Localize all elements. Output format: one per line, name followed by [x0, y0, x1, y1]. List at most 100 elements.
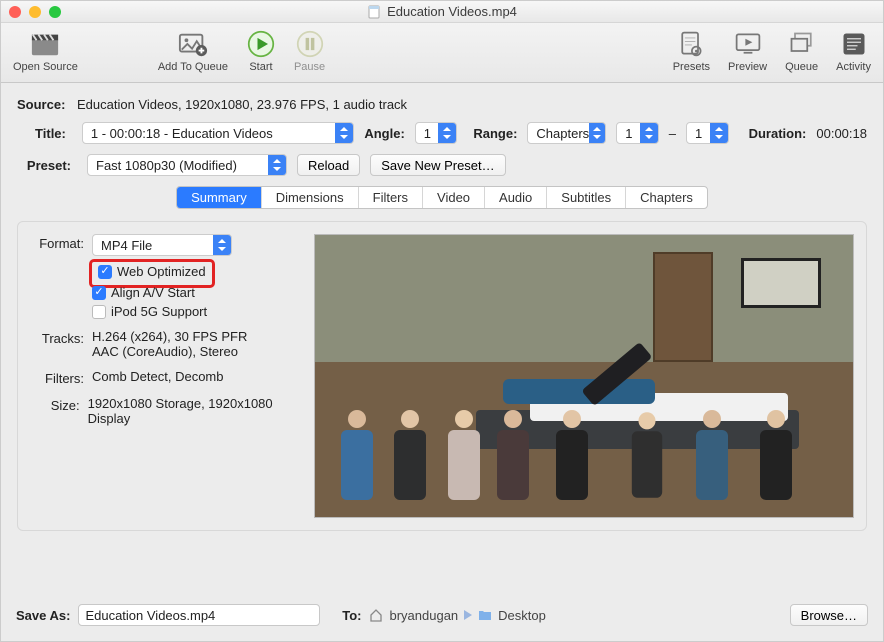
tab-subtitles[interactable]: Subtitles [547, 187, 626, 208]
filters-label: Filters: [30, 369, 84, 386]
preset-select[interactable]: Fast 1080p30 (Modified) [87, 154, 287, 176]
open-source-button[interactable]: Open Source [13, 29, 78, 73]
document-gear-icon [676, 29, 706, 59]
chevron-updown-icon [710, 123, 728, 143]
pause-icon [295, 29, 325, 59]
web-optimized-label: Web Optimized [117, 264, 206, 279]
angle-value: 1 [424, 126, 439, 141]
title-label: Title: [17, 126, 66, 141]
activity-button[interactable]: Activity [836, 29, 871, 73]
tab-summary[interactable]: Summary [177, 187, 262, 208]
range-type-select[interactable]: Chapters [527, 122, 606, 144]
checkbox-icon [92, 286, 106, 300]
chevron-updown-icon [589, 123, 605, 143]
ipod-label: iPod 5G Support [111, 304, 207, 319]
chevron-right-icon [464, 610, 472, 620]
tabs: Summary Dimensions Filters Video Audio S… [176, 186, 708, 209]
align-av-checkbox[interactable]: Align A/V Start [92, 285, 232, 300]
add-to-queue-button[interactable]: Add To Queue [158, 29, 228, 73]
checkbox-icon [98, 265, 112, 279]
range-type-value: Chapters [536, 126, 589, 141]
tracks-line1: H.264 (x264), 30 FPS PFR [92, 329, 247, 344]
zoom-icon[interactable] [49, 6, 61, 18]
tab-filters[interactable]: Filters [359, 187, 423, 208]
source-label: Source: [17, 97, 71, 112]
size-value: 1920x1080 Storage, 1920x1080 Display [88, 396, 300, 426]
summary-left: Format: MP4 File Web Optimized [30, 234, 300, 518]
reload-button[interactable]: Reload [297, 154, 360, 176]
chevron-updown-icon [213, 235, 231, 255]
duration-label: Duration: [749, 126, 807, 141]
activity-label: Activity [836, 61, 871, 73]
minimize-icon[interactable] [29, 6, 41, 18]
range-to-value: 1 [695, 126, 710, 141]
range-label: Range: [473, 126, 517, 141]
reload-label: Reload [308, 158, 349, 173]
range-dash: – [669, 126, 676, 141]
window-controls [9, 6, 61, 18]
title-select[interactable]: 1 - 00:00:18 - Education Videos [82, 122, 354, 144]
path-user: bryandugan [389, 608, 458, 623]
destination-path[interactable]: bryandugan Desktop [369, 608, 545, 623]
preset-label: Preset: [17, 158, 71, 173]
angle-select[interactable]: 1 [415, 122, 458, 144]
source-row: Source: Education Videos, 1920x1080, 23.… [17, 97, 867, 112]
save-new-preset-button[interactable]: Save New Preset… [370, 154, 505, 176]
preset-row: Preset: Fast 1080p30 (Modified) Reload S… [17, 154, 867, 176]
saveas-value: Education Videos.mp4 [85, 608, 215, 623]
chevron-updown-icon [438, 123, 456, 143]
format-select[interactable]: MP4 File [92, 234, 232, 256]
window-title-text: Education Videos.mp4 [387, 4, 517, 19]
chevron-updown-icon [268, 155, 286, 175]
duration-value: 00:00:18 [816, 126, 867, 141]
tab-dimensions[interactable]: Dimensions [262, 187, 359, 208]
save-new-preset-label: Save New Preset… [381, 158, 494, 173]
tab-chapters[interactable]: Chapters [626, 187, 707, 208]
range-from-value: 1 [625, 126, 640, 141]
checkbox-icon [92, 305, 106, 319]
title-row: Title: 1 - 00:00:18 - Education Videos A… [17, 122, 867, 144]
browse-button[interactable]: Browse… [790, 604, 868, 626]
tracks-label: Tracks: [30, 329, 84, 346]
chevron-updown-icon [640, 123, 658, 143]
toolbar: Open Source Add To Queue Start Pause [1, 23, 883, 83]
log-icon [839, 29, 869, 59]
titlebar: Education Videos.mp4 [1, 1, 883, 23]
monitor-play-icon [733, 29, 763, 59]
video-preview [314, 234, 854, 518]
saveas-input[interactable]: Education Videos.mp4 [78, 604, 320, 626]
queue-label: Queue [785, 61, 818, 73]
start-button[interactable]: Start [246, 29, 276, 73]
tracks-line2: AAC (CoreAudio), Stereo [92, 344, 247, 359]
ipod-checkbox[interactable]: iPod 5G Support [92, 304, 232, 319]
web-optimized-checkbox[interactable]: Web Optimized [98, 264, 206, 279]
preview-button[interactable]: Preview [728, 29, 767, 73]
queue-button[interactable]: Queue [785, 29, 818, 73]
pause-button[interactable]: Pause [294, 29, 325, 73]
presets-button[interactable]: Presets [673, 29, 710, 73]
close-icon[interactable] [9, 6, 21, 18]
image-plus-icon [178, 29, 208, 59]
open-source-label: Open Source [13, 61, 78, 73]
range-to-select[interactable]: 1 [686, 122, 729, 144]
path-folder: Desktop [498, 608, 546, 623]
document-icon [367, 5, 381, 19]
pause-label: Pause [294, 61, 325, 73]
tab-audio[interactable]: Audio [485, 187, 547, 208]
range-from-select[interactable]: 1 [616, 122, 659, 144]
window-title: Education Videos.mp4 [1, 4, 883, 19]
content: Source: Education Videos, 1920x1080, 23.… [1, 83, 883, 531]
folder-icon [478, 609, 492, 621]
saveas-bar: Save As: Education Videos.mp4 To: bryand… [0, 592, 884, 642]
preset-value: Fast 1080p30 (Modified) [96, 158, 268, 173]
presets-label: Presets [673, 61, 710, 73]
format-label: Format: [30, 234, 84, 251]
add-to-queue-label: Add To Queue [158, 61, 228, 73]
tab-video[interactable]: Video [423, 187, 485, 208]
play-icon [246, 29, 276, 59]
browse-label: Browse… [801, 608, 857, 623]
preview-label: Preview [728, 61, 767, 73]
to-label: To: [342, 608, 361, 623]
summary-panel: Format: MP4 File Web Optimized [17, 221, 867, 531]
stack-icon [787, 29, 817, 59]
